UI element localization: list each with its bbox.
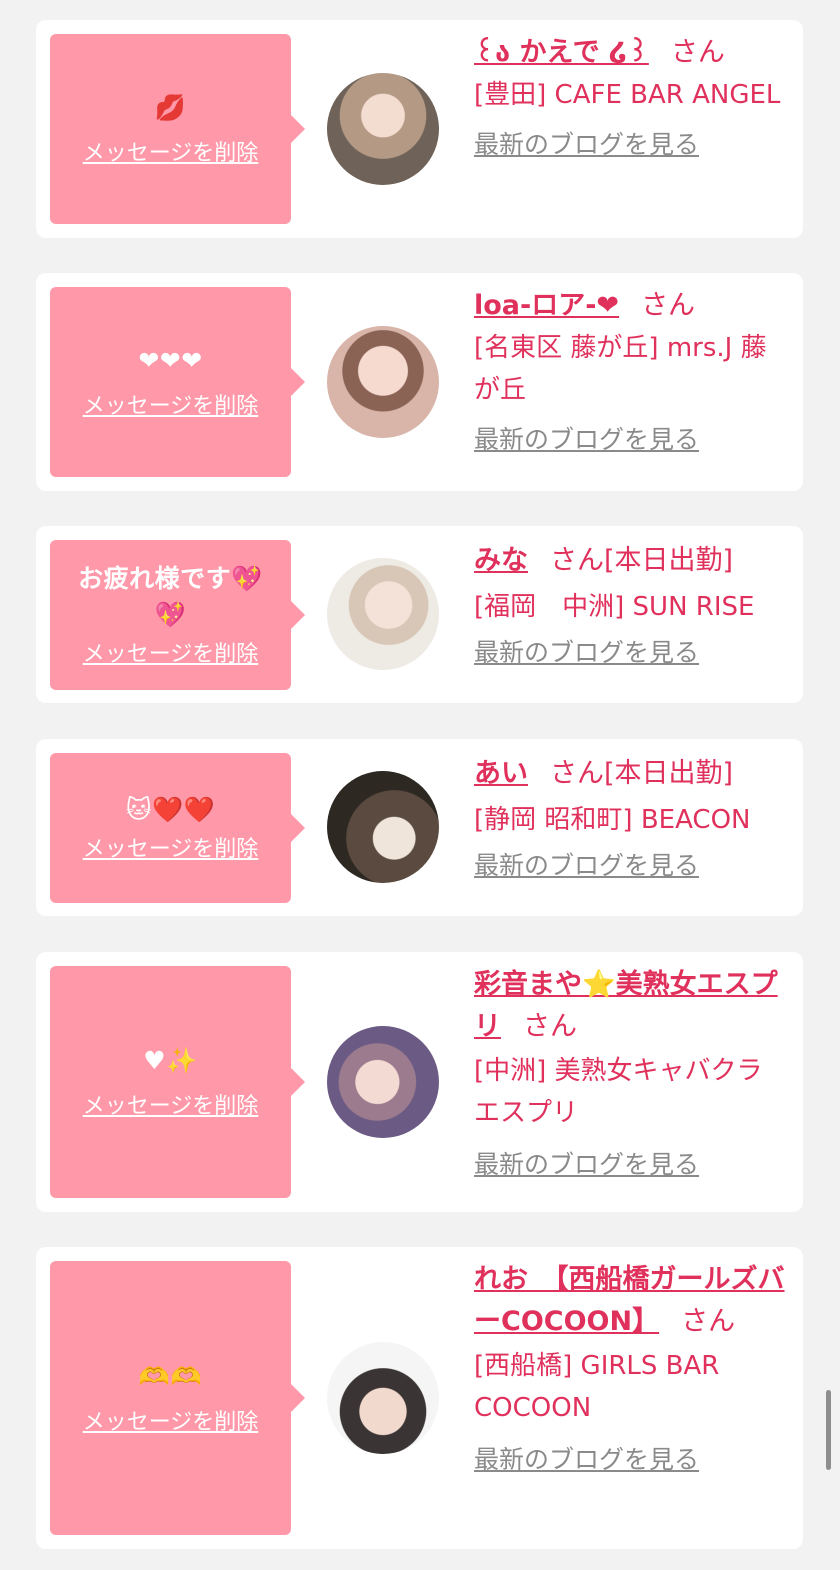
- latest-blog-link[interactable]: 最新のブログを見る: [474, 423, 699, 457]
- message-bubble: 💋 メッセージを削除: [50, 34, 305, 224]
- favorite-card: 🫶🫶 メッセージを削除 れお 【西船橋ガールズバーCOCOON】 さん [西船橋]…: [36, 1247, 803, 1549]
- cast-info: あい さん[本日出勤] [静岡 昭和町] BEACON 最新のブログを見る: [474, 753, 792, 883]
- favorite-card: ♥✨ メッセージを削除 彩音まや⭐美熟女エスプリ さん [中洲] 美熟女キャバクラ…: [36, 952, 803, 1212]
- latest-blog-link[interactable]: 最新のブログを見る: [474, 849, 699, 883]
- message-text: ♥✨: [143, 1046, 198, 1075]
- message-text: 🫶🫶: [138, 1362, 203, 1391]
- latest-blog-link[interactable]: 最新のブログを見る: [474, 636, 699, 670]
- message-bubble: 🫶🫶 メッセージを削除: [50, 1261, 305, 1535]
- latest-blog-link[interactable]: 最新のブログを見る: [474, 1148, 699, 1182]
- cast-name-link[interactable]: loa-ロア-❤: [474, 290, 619, 321]
- favorite-card: 🐱❤️❤️ メッセージを削除 あい さん[本日出勤] [静岡 昭和町] BEACO…: [36, 739, 803, 916]
- cast-name-link[interactable]: みな: [474, 545, 528, 576]
- delete-message-link[interactable]: メッセージを削除: [83, 836, 259, 864]
- message-text: ❤︎❤︎❤︎: [138, 346, 203, 375]
- shop-name: [西船橋] GIRLS BAR COCOON: [474, 1351, 720, 1423]
- cast-name-link[interactable]: ꒰ა かえで ໒꒱: [474, 37, 649, 68]
- cast-name-link[interactable]: 彩音まや⭐美熟女エスプリ: [474, 969, 778, 1042]
- message-bubble: ♥✨ メッセージを削除: [50, 966, 305, 1198]
- shift-badge: [本日出勤]: [604, 758, 734, 789]
- avatar[interactable]: [327, 771, 439, 883]
- message-bubble: ❤︎❤︎❤︎ メッセージを削除: [50, 287, 305, 477]
- latest-blog-link[interactable]: 最新のブログを見る: [474, 1443, 699, 1477]
- cast-name-link[interactable]: あい: [474, 758, 528, 789]
- delete-message-link[interactable]: メッセージを削除: [83, 1409, 259, 1437]
- shop-name: [豊田] CAFE BAR ANGEL: [474, 80, 781, 110]
- honorific: さん: [550, 545, 604, 576]
- favorite-card: 💋 メッセージを削除 ꒰ა かえで ໒꒱ さん [豊田] CAFE BAR ANG…: [36, 20, 803, 238]
- avatar[interactable]: [327, 326, 439, 438]
- honorific: さん: [641, 290, 696, 321]
- delete-message-link[interactable]: メッセージを削除: [83, 140, 259, 168]
- shop-name: [福岡 中洲] SUN RISE: [474, 592, 755, 622]
- honorific: さん: [670, 37, 725, 68]
- honorific: さん: [523, 1011, 577, 1042]
- shop-name: [中洲] 美熟女キャバクラ エスプリ: [474, 1056, 763, 1128]
- cast-info: loa-ロア-❤ さん [名東区 藤が丘] mrs.J 藤が丘 最新のブログを見る: [474, 285, 792, 457]
- delete-message-link[interactable]: メッセージを削除: [83, 1093, 259, 1121]
- cast-name-link[interactable]: れお 【西船橋ガールズバーCOCOON】: [474, 1264, 785, 1337]
- avatar[interactable]: [327, 73, 439, 185]
- message-bubble: 🐱❤️❤️ メッセージを削除: [50, 753, 305, 903]
- scrollbar[interactable]: [826, 1390, 831, 1470]
- honorific: さん: [550, 758, 604, 789]
- shop-name: [名東区 藤が丘] mrs.J 藤が丘: [474, 333, 767, 405]
- avatar[interactable]: [327, 558, 439, 670]
- message-text: お疲れ様です💖💖: [78, 564, 263, 629]
- favorite-card: ❤︎❤︎❤︎ メッセージを削除 loa-ロア-❤ さん [名東区 藤が丘] mrs…: [36, 273, 803, 491]
- cast-info: 彩音まや⭐美熟女エスプリ さん [中洲] 美熟女キャバクラ エスプリ 最新のブログ…: [474, 964, 792, 1182]
- cast-info: ꒰ა かえで ໒꒱ さん [豊田] CAFE BAR ANGEL 最新のブログを見…: [474, 32, 792, 162]
- cast-info: れお 【西船橋ガールズバーCOCOON】 さん [西船橋] GIRLS BAR C…: [474, 1259, 792, 1477]
- latest-blog-link[interactable]: 最新のブログを見る: [474, 128, 699, 162]
- message-bubble: お疲れ様です💖💖 メッセージを削除: [50, 540, 305, 690]
- avatar[interactable]: [327, 1342, 439, 1454]
- shift-badge: [本日出勤]: [604, 545, 734, 576]
- honorific: さん: [681, 1306, 736, 1337]
- favorite-card: お疲れ様です💖💖 メッセージを削除 みな さん[本日出勤] [福岡 中洲] SUN…: [36, 526, 803, 703]
- cast-info: みな さん[本日出勤] [福岡 中洲] SUN RISE 最新のブログを見る: [474, 540, 792, 670]
- message-text: 💋: [154, 93, 187, 122]
- shop-name: [静岡 昭和町] BEACON: [474, 805, 751, 835]
- avatar[interactable]: [327, 1026, 439, 1138]
- delete-message-link[interactable]: メッセージを削除: [83, 393, 259, 421]
- message-text: 🐱❤️❤️: [125, 795, 216, 824]
- delete-message-link[interactable]: メッセージを削除: [83, 641, 259, 669]
